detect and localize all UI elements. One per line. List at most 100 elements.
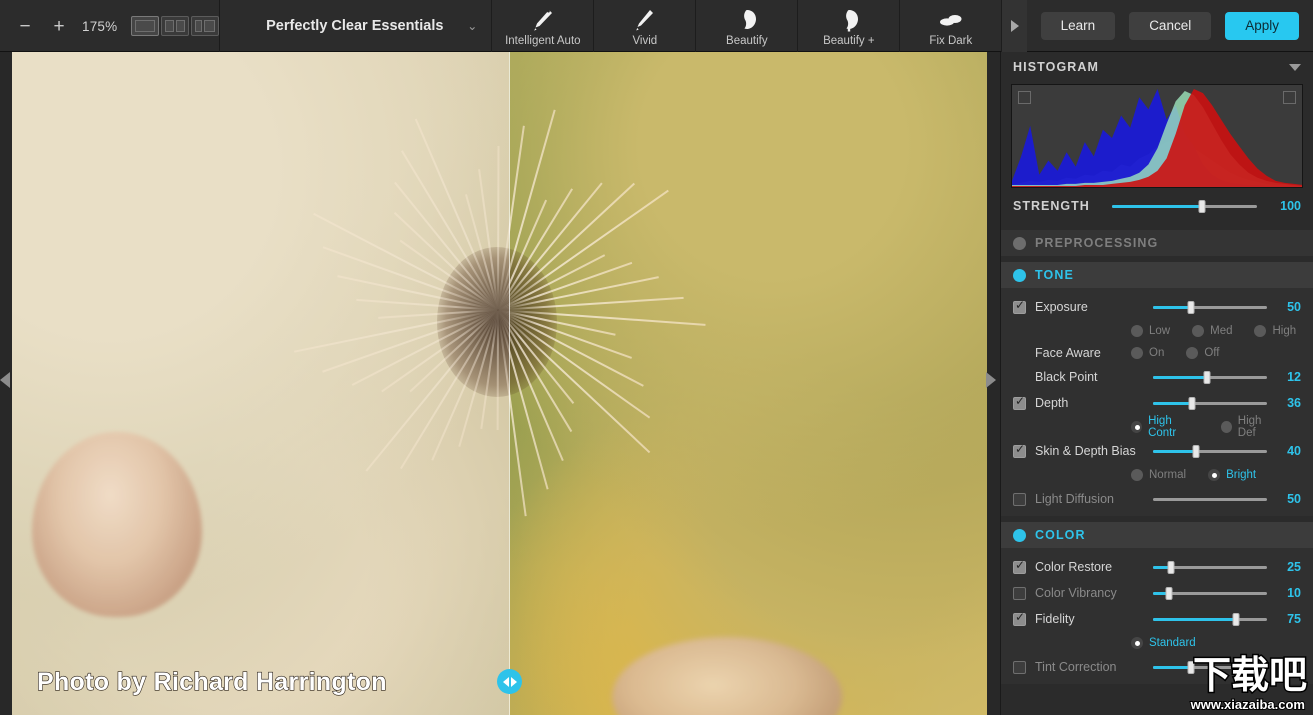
control-row: Light Diffusion 50 [1001,486,1313,512]
zoom-in-button[interactable]: + [42,9,76,43]
enable-checkbox[interactable] [1013,611,1026,626]
split-drag-handle-icon[interactable] [497,669,522,694]
slider-knob[interactable] [1187,300,1195,314]
radio-option-high-contr[interactable]: High Contr [1131,415,1199,439]
sbs-left-icon [165,20,175,32]
control-slider[interactable] [1153,492,1267,506]
enable-checkbox[interactable] [1013,660,1026,674]
control-row: Exposure 50 [1001,294,1313,320]
triangle-down-icon[interactable] [1289,63,1301,71]
control-slider[interactable] [1153,660,1267,674]
radio-button[interactable] [1208,469,1221,481]
radio-option-bright[interactable]: Bright [1208,469,1256,481]
control-value: 36 [1287,396,1301,410]
adjustments-panel: HISTOGRAM STRENGTH 100 PREPROCESSING TONE… [1000,52,1313,715]
slider-knob[interactable] [1232,612,1240,626]
view-mode-side-by-side-button[interactable] [161,16,190,36]
enable-checkbox[interactable] [1013,443,1026,458]
radio-option-normal[interactable]: Normal [1131,469,1186,481]
radio-button[interactable] [1131,637,1143,649]
face-icon [734,7,760,33]
radio-label: High Contr [1148,415,1177,439]
histogram-header[interactable]: HISTOGRAM [1001,52,1313,82]
section-enable-toggle[interactable] [1013,236,1026,250]
section-enable-toggle[interactable] [1013,268,1026,282]
radio-option-on[interactable]: On [1131,347,1164,359]
effect-beautify-plus[interactable]: Beautify + [797,0,899,52]
slider-knob[interactable] [1167,560,1175,574]
radio-option-low[interactable]: Low [1131,325,1170,337]
control-slider[interactable] [1153,396,1267,410]
radio-option-med[interactable]: Med [1192,325,1232,337]
radio-button[interactable] [1131,469,1143,481]
control-value: 50 [1287,492,1301,506]
radio-button[interactable] [1220,421,1232,433]
arrow-left-icon [502,676,509,687]
radio-button[interactable] [1131,325,1143,337]
enable-checkbox[interactable] [1013,492,1026,506]
section-enable-toggle[interactable] [1013,528,1026,542]
slider-knob[interactable] [1165,586,1173,600]
histogram-title: HISTOGRAM [1013,60,1100,74]
strength-slider[interactable] [1111,199,1257,213]
effects-scroll-right-button[interactable] [1001,0,1028,52]
slider-fill [1153,449,1197,453]
control-slider[interactable] [1153,444,1267,458]
control-row: Black Point 12 [1001,364,1313,390]
previous-image-button[interactable] [0,372,10,388]
slider-knob[interactable] [1188,396,1196,410]
enable-checkbox[interactable] [1013,559,1026,574]
slider-knob[interactable] [1203,370,1211,384]
slider-knob[interactable] [1187,660,1195,674]
shadow-clip-toggle[interactable] [1018,91,1031,104]
section-header-preprocessing[interactable]: PREPROCESSING [1001,230,1313,256]
radio-button[interactable] [1192,325,1205,337]
zoom-out-button[interactable]: − [8,9,42,43]
preset-selector[interactable]: Perfectly Clear Essentials ⌄ [260,0,485,52]
apply-button[interactable]: Apply [1225,11,1299,40]
photo-canvas[interactable]: Photo by Richard Harrington [0,52,1000,715]
view-mode-split-button[interactable] [191,16,220,36]
magic-brush-icon [530,7,556,33]
slider-fill [1153,617,1237,621]
highlight-clip-toggle[interactable] [1283,91,1296,104]
control-label: Color Vibrancy [1035,586,1117,600]
section-header-tone[interactable]: TONE [1001,262,1313,288]
effect-fix-dark[interactable]: Fix Dark [899,0,1001,52]
enable-checkbox[interactable] [1013,395,1026,410]
control-value: 25 [1287,560,1301,574]
control-slider[interactable] [1153,300,1267,314]
section-title: PREPROCESSING [1035,236,1159,250]
slider-fill [1153,665,1191,669]
radio-button[interactable] [1254,325,1267,337]
cancel-button[interactable]: Cancel [1129,11,1212,40]
control-label: Tint Correction [1035,660,1117,674]
chevron-down-icon[interactable]: ⌄ [467,19,477,33]
next-image-button[interactable] [986,372,996,388]
radio-option-off[interactable]: Off [1186,347,1219,359]
slider-knob[interactable] [1192,444,1200,458]
triangle-right-icon [1010,20,1019,32]
radio-button[interactable] [1131,347,1143,359]
radio-button[interactable] [1131,421,1143,433]
effect-beautify[interactable]: Beautify [695,0,797,52]
slider-knob[interactable] [1198,199,1206,213]
view-mode-single-button[interactable] [131,16,160,36]
radio-option-high[interactable]: High [1254,325,1296,337]
control-slider[interactable] [1153,560,1267,574]
enable-checkbox[interactable] [1013,299,1026,314]
control-slider[interactable] [1153,586,1267,600]
section-body-tone: Exposure 50 Low Med High Face Aware On Off Black… [1001,288,1313,516]
effect-label: Beautify + [823,35,875,47]
effect-label: Beautify [726,35,768,47]
effect-vivid[interactable]: Vivid [593,0,695,52]
radio-option-standard[interactable]: Standard [1131,637,1196,649]
control-slider[interactable] [1153,370,1267,384]
effect-intelligent-auto[interactable]: Intelligent Auto [491,0,593,52]
section-header-color[interactable]: COLOR [1001,522,1313,548]
enable-checkbox[interactable] [1013,586,1026,600]
radio-button[interactable] [1186,347,1199,359]
control-slider[interactable] [1153,612,1267,626]
learn-button[interactable]: Learn [1040,11,1116,40]
radio-option-high-def[interactable]: High Def [1220,415,1279,439]
